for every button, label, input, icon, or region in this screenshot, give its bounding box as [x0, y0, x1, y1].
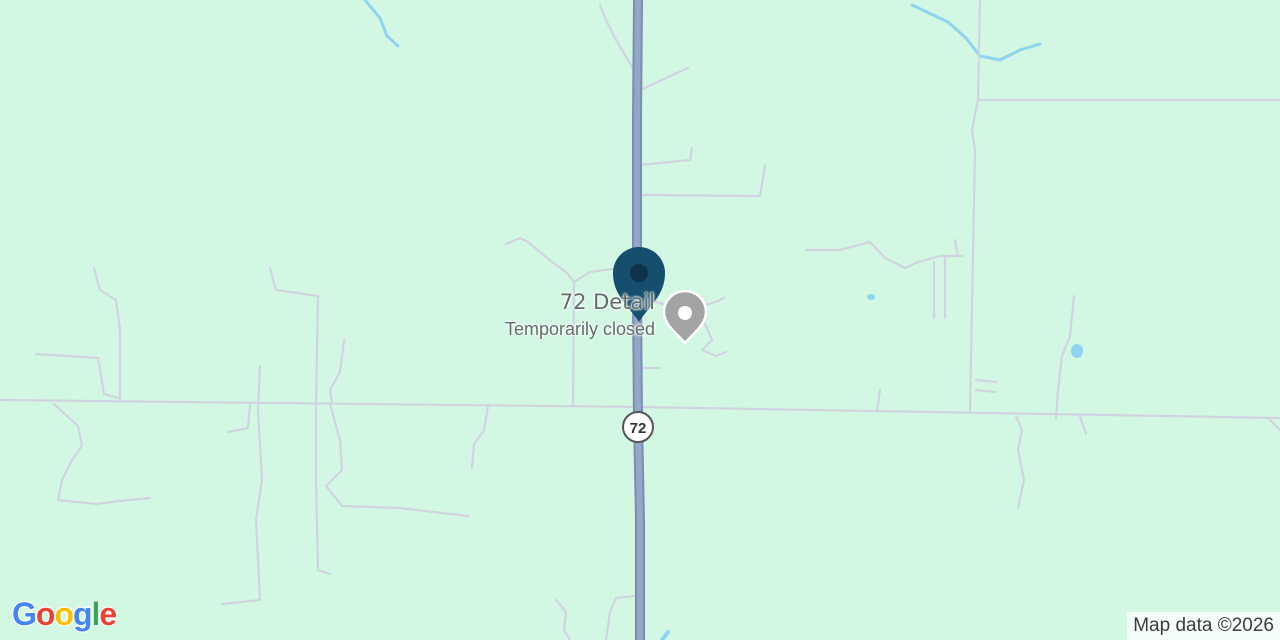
highway-shield: 72: [622, 411, 654, 443]
logo-letter: g: [72, 596, 93, 632]
highway-shield-label: 72: [630, 420, 647, 437]
poi-status-label: Temporarily closed: [504, 319, 655, 339]
map-attribution[interactable]: Map data ©2026: [1127, 612, 1280, 640]
logo-letter: o: [35, 596, 56, 632]
logo-letter: o: [54, 596, 74, 632]
logo-letter: G: [12, 596, 37, 632]
google-logo: Google: [12, 596, 117, 633]
logo-letter: e: [99, 596, 117, 632]
pond: [867, 294, 875, 300]
poi-name-label[interactable]: 72 Detail: [0, 290, 655, 314]
pond: [1071, 344, 1083, 358]
